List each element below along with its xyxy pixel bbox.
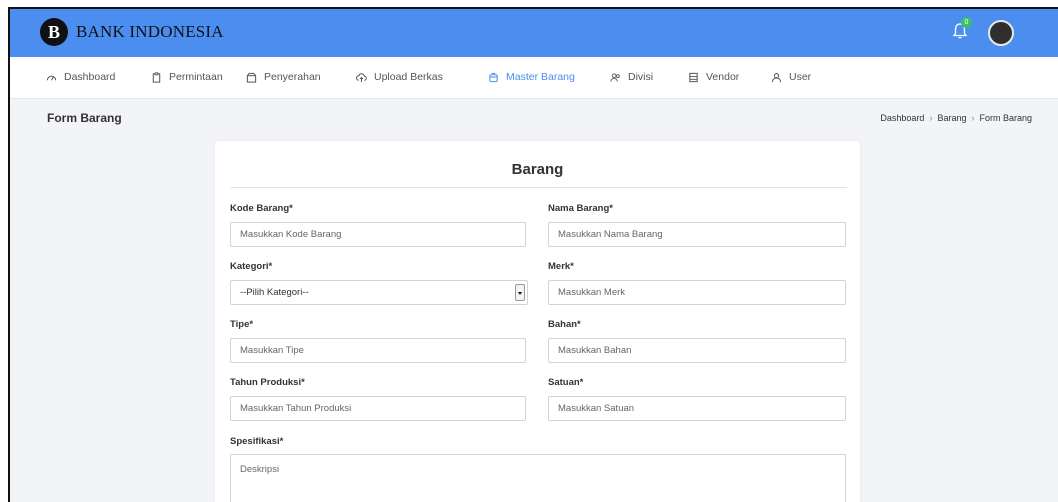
divider: [230, 187, 847, 188]
kode-barang-input[interactable]: Masukkan Kode Barang: [230, 222, 526, 247]
nav-item-upload-berkas[interactable]: Upload Berkas: [356, 71, 443, 83]
nav-label: Divisi: [628, 71, 654, 83]
bahan-input[interactable]: Masukkan Bahan: [548, 338, 846, 363]
satuan-input[interactable]: Masukkan Satuan: [548, 396, 846, 421]
nav-label: Penyerahan: [264, 71, 321, 83]
nav-item-penyerahan[interactable]: Penyerahan: [246, 71, 321, 83]
satuan-label: Satuan*: [548, 377, 584, 388]
notification-badge: 0: [961, 17, 972, 28]
nav-item-permintaan[interactable]: Permintaan: [151, 71, 223, 83]
nav-label: Master Barang: [506, 71, 575, 83]
tahun-produksi-label: Tahun Produksi*: [230, 377, 305, 388]
kategori-selected-value: --Pilih Kategori--: [240, 287, 309, 298]
spesifikasi-textarea[interactable]: Deskripsi: [230, 454, 846, 502]
spesifikasi-label: Spesifikasi*: [230, 436, 284, 447]
chevron-right-icon: ›: [929, 113, 933, 123]
breadcrumb-item-dashboard[interactable]: Dashboard: [880, 113, 924, 123]
kategori-select[interactable]: --Pilih Kategori--: [230, 280, 528, 305]
breadcrumb-item-current: Form Barang: [979, 113, 1032, 123]
bank-logo-icon: B: [40, 18, 68, 46]
kategori-label: Kategori*: [230, 261, 273, 272]
nav-item-vendor[interactable]: Vendor: [688, 71, 739, 83]
cloud-upload-icon: [356, 72, 367, 82]
tipe-label: Tipe*: [230, 319, 254, 330]
nav-label: User: [789, 71, 812, 83]
breadcrumb: Dashboard › Barang › Form Barang: [880, 113, 1032, 123]
nav-item-user[interactable]: User: [771, 71, 811, 83]
users-icon: [610, 72, 620, 82]
tahun-produksi-input[interactable]: Masukkan Tahun Produksi: [230, 396, 526, 421]
dropdown-arrow-icon[interactable]: [515, 284, 525, 301]
user-icon: [771, 72, 782, 82]
form-card: Barang Kode Barang* Masukkan Kode Barang…: [215, 141, 860, 502]
nav-item-divisi[interactable]: Divisi: [610, 71, 653, 83]
box-icon: [246, 72, 257, 83]
nav-item-dashboard[interactable]: Dashboard: [46, 71, 115, 83]
merk-input[interactable]: Masukkan Merk: [548, 280, 846, 305]
breadcrumb-item-barang[interactable]: Barang: [937, 113, 966, 123]
tipe-input[interactable]: Masukkan Tipe: [230, 338, 526, 363]
app-window: B BANK INDONESIA 0 Dashboard Permintaan …: [8, 7, 1058, 502]
bahan-label: Bahan*: [548, 319, 581, 330]
nav-label: Dashboard: [64, 71, 116, 83]
brand[interactable]: B BANK INDONESIA: [40, 18, 224, 46]
merk-label: Merk*: [548, 261, 574, 272]
nama-barang-label: Nama Barang*: [548, 203, 613, 214]
kode-barang-label: Kode Barang*: [230, 203, 293, 214]
top-bar: B BANK INDONESIA 0: [10, 9, 1058, 57]
nav-label: Permintaan: [169, 71, 223, 83]
store-icon: [689, 72, 698, 82]
nav-item-master-barang[interactable]: Master Barang: [488, 71, 575, 83]
brand-name: BANK INDONESIA: [76, 22, 224, 41]
main-nav: Dashboard Permintaan Penyerahan Upload B…: [10, 57, 1058, 99]
page-header: Form Barang Dashboard › Barang › Form Ba…: [10, 99, 1058, 143]
avatar[interactable]: [988, 20, 1014, 46]
page-title: Form Barang: [47, 111, 122, 125]
clipboard-icon: [152, 71, 161, 83]
chevron-right-icon: ›: [971, 113, 975, 123]
form-title: Barang: [511, 161, 564, 178]
nav-label: Upload Berkas: [374, 71, 443, 83]
nav-label: Vendor: [706, 71, 740, 83]
nama-barang-input[interactable]: Masukkan Nama Barang: [548, 222, 846, 247]
gauge-icon: [46, 75, 57, 81]
cube-icon: [489, 72, 498, 82]
